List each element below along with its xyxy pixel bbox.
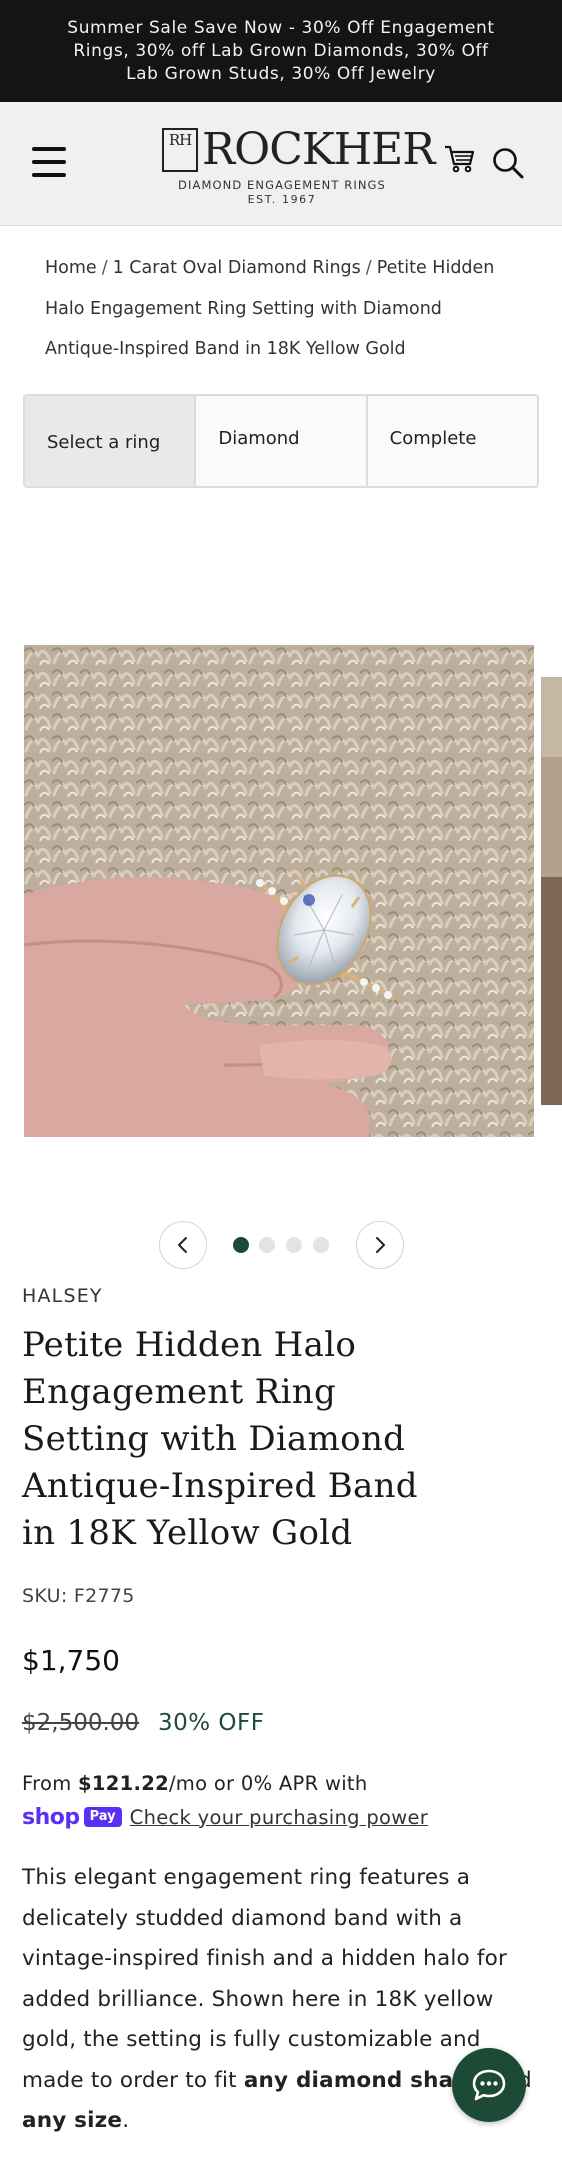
breadcrumb-home[interactable]: Home <box>45 258 97 278</box>
chat-bubble-icon <box>472 2069 506 2101</box>
slide-dot-3[interactable] <box>286 1237 302 1253</box>
description-highlight-shape: any diamond shape <box>243 2067 484 2093</box>
product-sku: SKU: F2775 <box>22 1585 135 1607</box>
cart-icon[interactable] <box>444 144 476 174</box>
step-select-ring[interactable]: Select a ring <box>25 396 195 486</box>
ring-builder-steps: Select a ring Diamond Complete <box>23 394 539 488</box>
product-price: $1,750 <box>22 1644 120 1677</box>
chevron-right-icon <box>376 1237 385 1253</box>
shop-pay-badge: Pay <box>83 1807 122 1827</box>
announcement-bar: Summer Sale Save Now - 30% Off Engagemen… <box>0 0 562 102</box>
product-image[interactable] <box>24 645 534 1137</box>
description-text: This elegant engagement ring features a … <box>22 1865 508 2093</box>
prev-slide-button[interactable] <box>159 1221 207 1269</box>
next-image-preview[interactable] <box>541 677 562 1105</box>
breadcrumb-separator: / <box>365 258 372 278</box>
product-brand: HALSEY <box>22 1285 103 1307</box>
compare-at-price: $2,500.00 <box>22 1710 140 1736</box>
next-slide-button[interactable] <box>356 1221 404 1269</box>
site-header: RH ROCKHER DIAMOND ENGAGEMENT RINGS EST.… <box>0 102 562 226</box>
slide-dot-4[interactable] <box>313 1237 329 1253</box>
breadcrumb-category[interactable]: 1 Carat Oval Diamond Rings <box>113 258 361 278</box>
menu-icon[interactable] <box>30 145 70 181</box>
shop-pay-logo: shop <box>22 1804 80 1830</box>
step-complete[interactable]: Complete <box>365 396 537 486</box>
logo-monogram: RH <box>162 128 198 172</box>
chat-button[interactable] <box>452 2048 526 2122</box>
shop-pay-row: shop Pay Check your purchasing power <box>22 1803 428 1831</box>
description-end: . <box>122 2108 130 2133</box>
breadcrumb-separator: / <box>101 258 108 278</box>
financing-text: From $121.22/mo or 0% APR with <box>22 1769 542 1798</box>
description-highlight-size: any size <box>22 2108 123 2133</box>
financing-suffix: /mo or 0% APR with <box>168 1772 368 1795</box>
chevron-left-icon <box>178 1237 187 1253</box>
logo-wordmark: ROCKHER <box>202 124 435 175</box>
step-diamond[interactable]: Diamond <box>194 396 365 486</box>
search-icon[interactable] <box>491 146 525 180</box>
discount-badge: 30% OFF <box>158 1710 265 1736</box>
announcement-text: Summer Sale Save Now - 30% Off Engagemen… <box>67 17 495 84</box>
logo-established: EST. 1967 <box>247 193 317 206</box>
site-logo[interactable]: RH ROCKHER DIAMOND ENGAGEMENT RINGS EST.… <box>160 124 435 206</box>
financing-amount: $121.22 <box>78 1772 169 1795</box>
financing-prefix: From <box>22 1772 79 1795</box>
logo-tagline: DIAMOND ENGAGEMENT RINGS <box>178 178 386 192</box>
slide-dot-2[interactable] <box>259 1237 275 1253</box>
product-title: Petite Hidden Halo Engagement Ring Setti… <box>22 1325 418 1553</box>
slide-dot-1[interactable] <box>233 1237 249 1253</box>
breadcrumb: Home/1 Carat Oval Diamond Rings / Petite H… <box>45 248 515 370</box>
check-purchasing-power-link[interactable]: Check your purchasing power <box>130 1806 428 1829</box>
